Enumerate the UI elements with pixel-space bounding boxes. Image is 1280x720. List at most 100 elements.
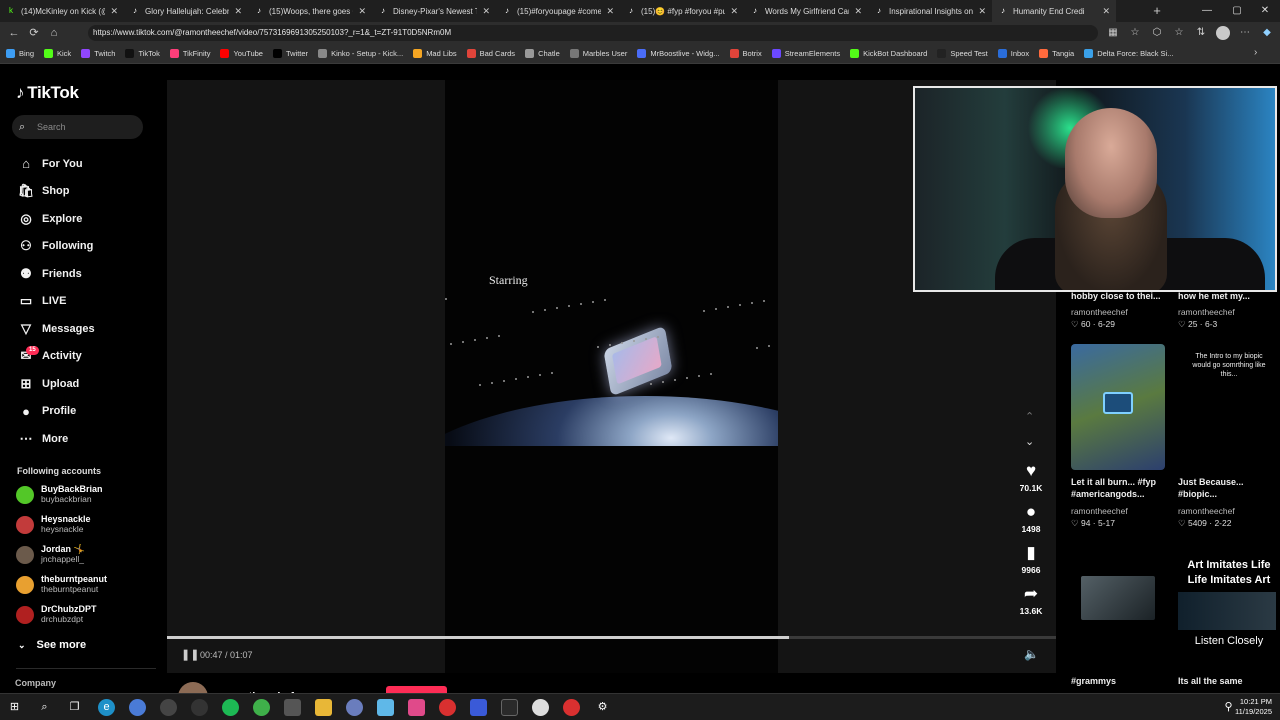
bookmark-item[interactable]: Twitch (81, 49, 115, 58)
search-icon[interactable]: ⌕ (36, 699, 53, 716)
bookmark-item[interactable]: TikTok (125, 49, 160, 58)
rec-thumbnail[interactable]: The Intro to my biopic would go somrthin… (1178, 344, 1276, 470)
reload-icon[interactable]: ⟳ (24, 22, 44, 44)
close-window-button[interactable]: ✕ (1250, 0, 1280, 22)
tab-close-icon[interactable]: ✕ (234, 6, 242, 17)
start-icon[interactable]: ⊞ (6, 699, 23, 716)
bookmark-item[interactable]: Delta Force: Black Si... (1084, 49, 1173, 58)
rec-thumbnail[interactable] (1071, 344, 1165, 470)
chrome-icon[interactable] (129, 699, 146, 716)
rec-title[interactable]: Just Because... #biopic... (1178, 476, 1278, 500)
star-icon[interactable]: ☆ (1128, 25, 1142, 41)
menu-icon[interactable]: ⋯ (1238, 25, 1252, 41)
following-account[interactable]: DrChubzDPT drchubzdpt (16, 604, 97, 625)
rec-title[interactable]: Its all the same (1178, 675, 1278, 687)
bookmark-item[interactable]: Inbox (997, 49, 1029, 58)
following-account[interactable]: BuyBackBrian buybackbrian (16, 484, 103, 505)
browser-tab[interactable]: ♪ Humanity End Credi ✕ (992, 0, 1116, 22)
bookmark-item[interactable]: YouTube (220, 49, 263, 58)
nav-item-for-you[interactable]: ⌂ For You (16, 150, 95, 178)
app-icon[interactable] (532, 699, 549, 716)
previous-video-icon[interactable]: ⌃ (1025, 410, 1034, 423)
copilot-icon[interactable]: ◆ (1260, 25, 1274, 41)
app-icon[interactable] (439, 699, 456, 716)
bookmark-item[interactable]: Kick (44, 49, 71, 58)
maximize-button[interactable]: ▢ (1222, 0, 1252, 22)
app-icon[interactable] (377, 699, 394, 716)
bookmark-item[interactable]: Twitter (272, 49, 308, 58)
rec-title[interactable]: Let it all burn... #fyp #americangods... (1071, 476, 1171, 500)
bookmarks-overflow-icon[interactable]: › (1254, 47, 1257, 58)
rec-user[interactable]: ramontheechef (1178, 506, 1235, 516)
browser-tab[interactable]: ♪ (15)😊 #fyp #foryou #pu ✕ (620, 0, 744, 22)
bookmark-item[interactable]: MrBoostlive - Widg... (637, 49, 720, 58)
bookmark-item[interactable]: StreamElements (771, 49, 840, 58)
next-video-icon[interactable]: ⌄ (1025, 435, 1034, 448)
tab-close-icon[interactable]: ✕ (110, 6, 118, 17)
tab-close-icon[interactable]: ✕ (730, 6, 738, 17)
app-icon[interactable] (253, 699, 270, 716)
browser-tab[interactable]: ♪ Glory Hallelujah: Celebrat ✕ (124, 0, 248, 22)
nav-item-live[interactable]: ▭ LIVE (16, 288, 95, 316)
company-link[interactable]: Company (15, 678, 56, 688)
browser-tab[interactable]: k (14)McKinley on Kick (@m ✕ (0, 0, 124, 22)
app-icon[interactable] (284, 699, 301, 716)
app-icon[interactable] (408, 699, 425, 716)
browser-tab[interactable]: ♪ (15)Woops, there goes G ✕ (248, 0, 372, 22)
rec-thumbnail[interactable] (1071, 546, 1165, 672)
following-account[interactable]: Heysnackle heysnackle (16, 514, 91, 535)
following-account[interactable]: Jordan 🤸 jnchappell_ (16, 544, 85, 565)
nav-item-shop[interactable]: 🛍 Shop (16, 178, 95, 206)
bookmark-item[interactable]: Tangia (1039, 49, 1074, 58)
share-button[interactable]: ➦ 13.6K (1012, 584, 1050, 616)
edge-icon[interactable]: e (98, 699, 115, 716)
comment-button[interactable]: ● 1498 (1012, 502, 1050, 534)
rec-user[interactable]: ramontheechef (1178, 307, 1235, 317)
bookmark-item[interactable]: Kinko - Setup - Kick... (318, 49, 403, 58)
nav-item-friends[interactable]: ⚉ Friends (16, 260, 95, 288)
bookmark-item[interactable]: Speed Test (937, 49, 988, 58)
see-more-button[interactable]: ⌄ See more (18, 639, 86, 651)
back-icon[interactable]: ← (4, 22, 24, 44)
apps-icon[interactable]: ▦ (1106, 25, 1120, 41)
task-view-icon[interactable]: ❐ (66, 699, 83, 716)
spotify-icon[interactable] (222, 699, 239, 716)
app-icon[interactable] (563, 699, 580, 716)
like-button[interactable]: ♥ 70.1K (1012, 461, 1050, 493)
settings-icon[interactable]: ⚙ (594, 699, 611, 716)
progress-bar[interactable] (167, 636, 1056, 639)
extensions-icon[interactable]: ⬡ (1150, 25, 1164, 41)
rec-title[interactable]: #grammys (1071, 675, 1171, 687)
obs-icon[interactable] (160, 699, 177, 716)
tiktok-logo[interactable]: ♪ TikTok (16, 83, 82, 103)
nav-item-messages[interactable]: ▽ Messages (16, 315, 95, 343)
volume-icon[interactable]: 🔈 (1024, 647, 1039, 661)
app-icon[interactable] (191, 699, 208, 716)
nav-item-profile[interactable]: ● Profile (16, 398, 95, 426)
home-icon[interactable]: ⌂ (44, 22, 64, 44)
rec-thumbnail[interactable]: Art Imitates Life Life Imitates Art List… (1178, 546, 1276, 672)
browser-tab[interactable]: ♪ Inspirational Insights on C ✕ (868, 0, 992, 22)
search-input[interactable]: ⌕ Search (12, 115, 143, 139)
tab-close-icon[interactable]: ✕ (854, 6, 862, 17)
app-icon[interactable] (470, 699, 487, 716)
new-tab-button[interactable]: + (1146, 0, 1168, 22)
tab-close-icon[interactable]: ✕ (978, 6, 986, 17)
sync-icon[interactable]: ⇅ (1194, 25, 1208, 41)
pause-button[interactable]: ❚❚ (181, 648, 199, 661)
tab-close-icon[interactable]: ✕ (482, 6, 490, 17)
tab-close-icon[interactable]: ✕ (606, 6, 614, 17)
bookmark-item[interactable]: Mad Libs (413, 49, 457, 58)
nav-item-more[interactable]: ⋯ More (16, 425, 95, 453)
browser-tab[interactable]: ♪ Disney-Pixar's Newest Tra ✕ (372, 0, 496, 22)
profile-avatar[interactable] (1216, 25, 1230, 41)
app-icon[interactable] (346, 699, 363, 716)
browser-tab[interactable]: ♪ Words My Girlfriend Can't ✕ (744, 0, 868, 22)
nav-item-activity[interactable]: ✉ Activity 15 (16, 343, 95, 371)
tab-close-icon[interactable]: ✕ (358, 6, 366, 17)
save-button[interactable]: ▮ 9966 (1012, 543, 1050, 575)
bookmark-item[interactable]: Marbles User (569, 49, 627, 58)
minimize-button[interactable]: — (1192, 0, 1222, 22)
system-clock[interactable]: 10:21 PM 11/19/2025 (1235, 697, 1272, 717)
bookmark-item[interactable]: KickBot Dashboard (850, 49, 927, 58)
